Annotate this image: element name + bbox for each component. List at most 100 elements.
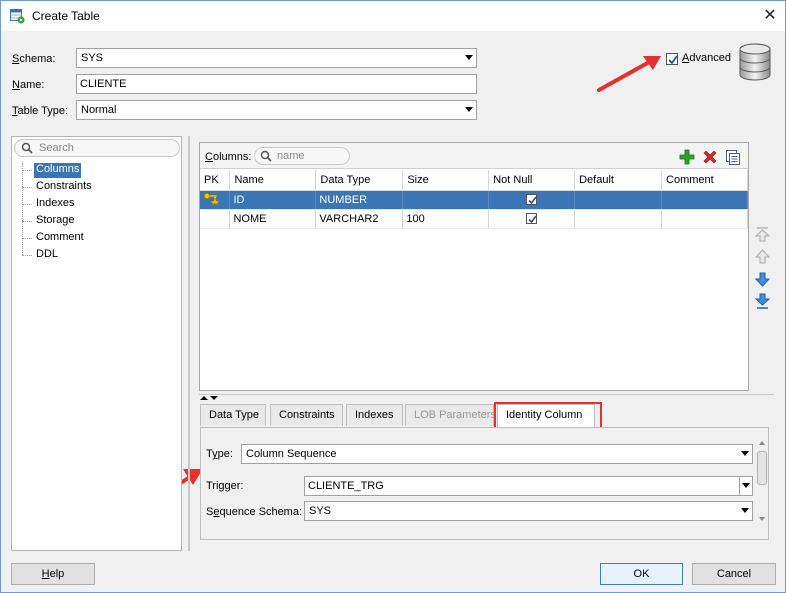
columns-table-header: PK Name Data Type Size Not Null Default … [200,170,748,191]
sidebar-item-comment[interactable]: Comment [34,231,86,246]
schema-select[interactable]: SYS [76,48,477,68]
column-comment-cell[interactable] [661,209,748,229]
database-icon [739,43,771,81]
move-down-icon[interactable] [754,271,771,288]
advanced-checkbox[interactable] [666,53,678,65]
not-null-checkbox[interactable] [526,213,538,225]
columns-label: Columns: [205,151,252,163]
table-row[interactable]: NOME VARCHAR2 100 [200,209,748,229]
columns-filter-input[interactable]: name [254,147,350,165]
ok-button[interactable]: OK [600,563,683,585]
trigger-field[interactable]: CLIENTE_TRG [304,476,740,496]
tree-connector [22,221,32,222]
not-null-cell[interactable] [488,209,576,229]
panel-divider[interactable] [188,136,190,551]
tree-connector [22,255,32,256]
tree-connector [22,163,23,255]
help-button[interactable]: Help [11,563,95,585]
name-label: Name: [12,79,45,91]
sidebar-item-indexes[interactable]: Indexes [34,197,77,212]
header-not-null[interactable]: Not Null [488,170,576,191]
header-comment[interactable]: Comment [661,170,748,191]
dialog-title: Create Table [32,9,100,23]
trigger-label: Trigger: [206,480,244,492]
chevron-down-icon [465,107,473,112]
pk-cell[interactable] [200,190,231,210]
sidebar-item-storage[interactable]: Storage [34,214,77,229]
chevron-down-icon [741,508,749,513]
primary-key-icon [203,192,221,206]
identity-type-select[interactable]: Column Sequence [241,444,753,464]
splitter-arrows-icon[interactable] [199,395,221,401]
table-row[interactable]: ID NUMBER [200,190,748,210]
scrollbar-thumb[interactable] [757,451,767,485]
cancel-button[interactable]: Cancel [692,563,776,585]
column-data-type-cell[interactable]: VARCHAR2 [315,209,404,229]
header-data-type[interactable]: Data Type [315,170,404,191]
checkmark-icon [528,215,537,224]
copy-column-icon[interactable] [724,148,742,166]
column-default-cell[interactable] [574,209,663,229]
column-name-cell[interactable]: ID [229,190,317,210]
sidebar-search-input[interactable]: Search [14,139,180,157]
type-label: Type: [206,448,233,460]
tab-constraints[interactable]: Constraints [270,404,343,426]
sidebar-item-ddl[interactable]: DDL [34,248,60,263]
panel-splitter[interactable] [199,394,774,400]
move-up-icon[interactable] [754,248,771,265]
name-field[interactable]: CLIENTE [76,74,477,94]
advanced-label: Advanced [682,52,731,64]
table-type-value: Normal [81,104,117,116]
header-size[interactable]: Size [402,170,490,191]
tree-connector [22,187,32,188]
checkmark-icon [668,55,678,65]
delete-column-icon[interactable] [701,148,719,166]
scroll-down-icon[interactable] [756,515,768,523]
pk-cell[interactable] [200,209,231,229]
table-type-select[interactable]: Normal [76,100,477,120]
sidebar-item-columns[interactable]: Columns [34,163,82,178]
scroll-up-icon[interactable] [756,439,768,447]
column-comment-cell[interactable] [661,190,748,210]
sequence-schema-label: Sequence Schema: [206,506,303,518]
columns-filter-placeholder: name [277,150,305,162]
header-name[interactable]: Name [229,170,317,191]
identity-panel-scrollbar[interactable] [756,437,768,527]
column-size-cell[interactable] [402,190,490,210]
close-icon[interactable]: ✕ [758,4,782,28]
columns-table: PK Name Data Type Size Not Null Default … [200,170,748,229]
trigger-dropdown-button[interactable] [739,476,753,496]
sequence-schema-value: SYS [309,505,332,517]
sidebar-item-constraints[interactable]: Constraints [34,180,94,195]
not-null-checkbox[interactable] [526,194,538,206]
tab-data-type[interactable]: Data Type [200,404,266,426]
navigation-panel: Search Columns Constraints Indexes Stora… [11,136,182,551]
annotation-arrow-advanced [597,56,661,92]
title-bar: Create Table ✕ [1,1,785,31]
not-null-cell[interactable] [488,190,576,210]
chevron-down-icon [741,451,749,456]
tab-indexes[interactable]: Indexes [346,404,403,426]
chevron-down-icon [742,483,750,488]
move-bottom-icon[interactable] [754,293,771,310]
identity-type-value: Column Sequence [246,448,337,460]
chevron-down-icon [465,55,473,60]
tree-connector [22,204,32,205]
schema-label: Schema: [12,53,56,65]
add-column-icon[interactable] [678,148,696,166]
column-size-cell[interactable]: 100 [402,209,490,229]
columns-toolbar: Columns: name [200,143,748,169]
column-name-cell[interactable]: NOME [229,209,317,229]
search-icon [260,150,272,162]
header-default[interactable]: Default [574,170,663,191]
move-top-icon[interactable] [754,226,771,243]
column-data-type-cell[interactable]: NUMBER [315,190,404,210]
schema-label-rest: chema: [19,53,56,65]
column-default-cell[interactable] [574,190,663,210]
header-pk[interactable]: PK [200,170,231,191]
sidebar-search-placeholder: Search [39,142,74,154]
trigger-value: CLIENTE_TRG [308,480,384,492]
sequence-schema-select[interactable]: SYS [304,501,753,521]
tab-lob-parameters: LOB Parameters [405,404,496,426]
tree-connector [22,238,32,239]
